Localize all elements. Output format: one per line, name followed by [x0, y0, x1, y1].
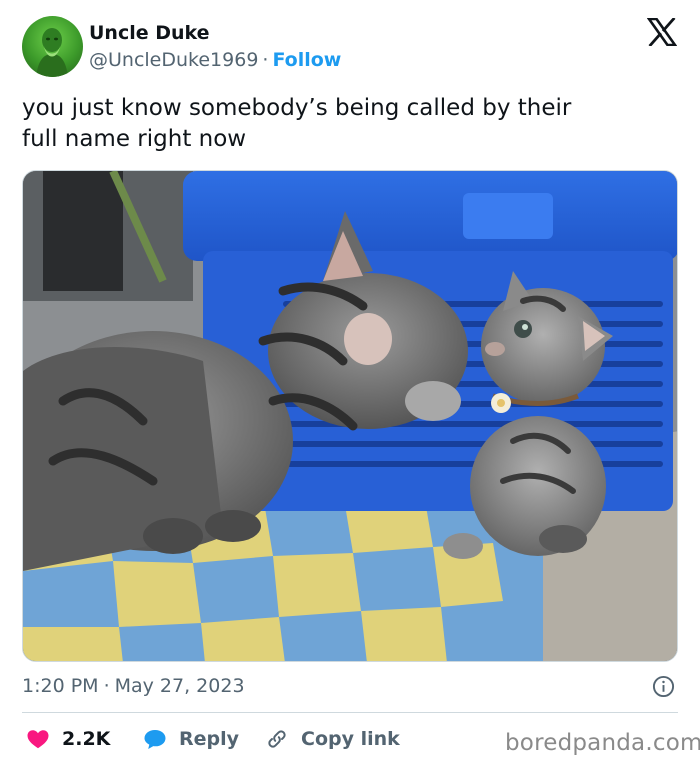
site-watermark: boredpanda.com [505, 730, 700, 756]
actions-divider [22, 712, 678, 713]
tweet-text-line-2: full name right now [22, 126, 247, 152]
heart-icon [27, 730, 49, 749]
author-handle[interactable]: @UncleDuke1969 [89, 49, 258, 71]
info-icon[interactable] [652, 675, 675, 698]
reply-button[interactable]: Reply [143, 726, 239, 752]
tweet-text-line-1: you just know somebody’s being called by… [22, 95, 572, 121]
author-name[interactable]: Uncle Duke [89, 22, 210, 44]
tweet-text: you just know somebody’s being called by… [22, 93, 662, 155]
tweet-photo[interactable] [22, 170, 678, 662]
reply-label: Reply [179, 728, 240, 750]
handle-separator: · [262, 49, 269, 71]
follow-button[interactable]: Follow [272, 49, 341, 71]
link-icon [268, 730, 286, 748]
time-separator: · [103, 675, 110, 697]
cats-photo-illustration [23, 171, 677, 661]
avatar-image [36, 28, 68, 77]
tweet-timestamp[interactable]: 1:20 PM · May 27, 2023 [22, 675, 245, 697]
author-meta: @UncleDuke1969 · Follow [89, 49, 341, 71]
tweet-date: May 27, 2023 [114, 675, 245, 697]
copy-link-button[interactable]: Copy link [265, 726, 400, 752]
tweet-time: 1:20 PM [22, 675, 99, 697]
author-avatar[interactable] [22, 16, 83, 77]
like-count: 2.2K [62, 728, 111, 750]
speech-bubble-icon [144, 730, 166, 749]
copy-link-label: Copy link [301, 728, 400, 750]
tweet-card: Uncle Duke @UncleDuke1969 · Follow you jus… [0, 0, 700, 765]
x-logo-icon[interactable] [647, 18, 677, 46]
like-button[interactable]: 2.2K [26, 726, 110, 752]
